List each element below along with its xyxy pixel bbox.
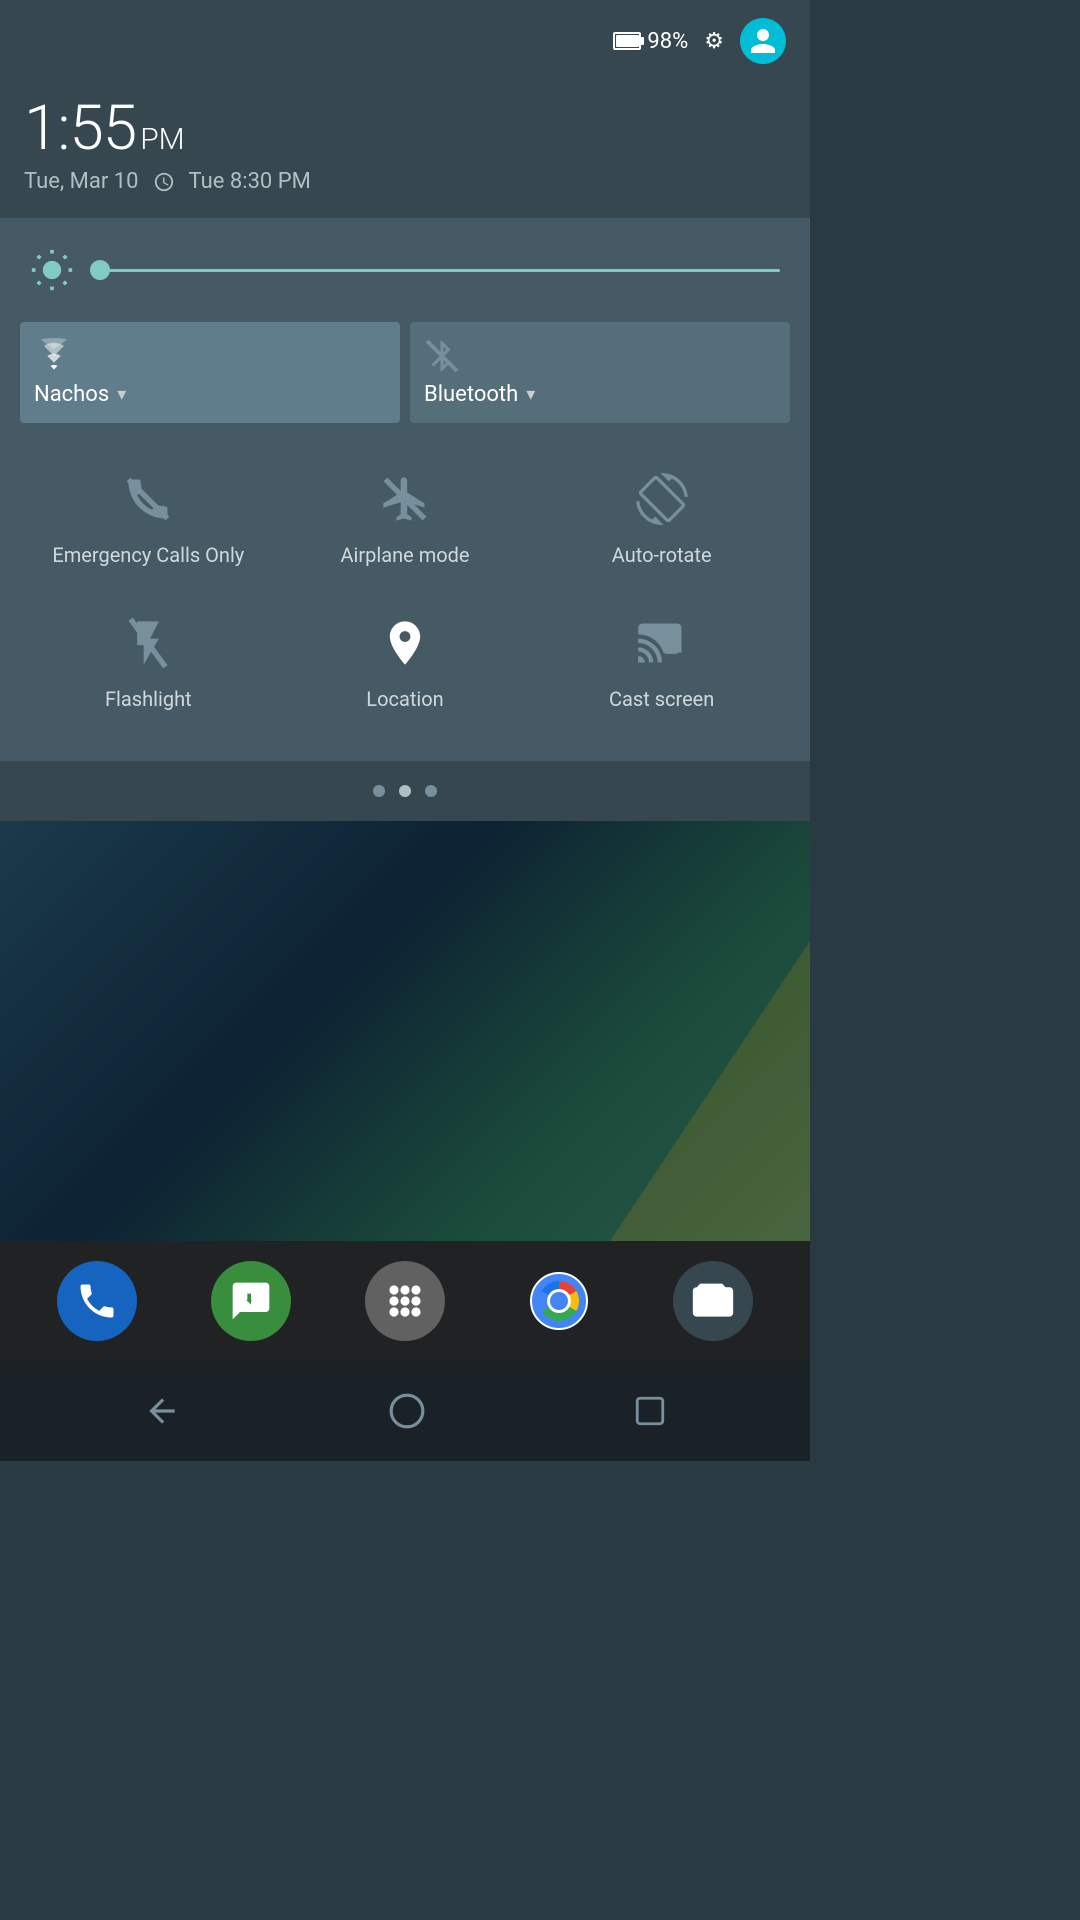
page-dot-2: [399, 785, 411, 797]
desktop-wallpaper: [0, 821, 810, 1241]
wifi-bluetooth-row: Nachos ▾ Bluetooth ▾: [20, 322, 790, 423]
location-icon: [375, 613, 435, 673]
quick-toggle-grid: Emergency Calls Only Airplane mode Auto-…: [20, 443, 790, 731]
time-display: 1:55PM: [24, 92, 786, 165]
page-dot-3: [425, 785, 437, 797]
location-toggle[interactable]: Location: [277, 587, 534, 731]
wifi-label-row: Nachos ▾: [34, 382, 126, 407]
page-indicator: [0, 761, 810, 821]
page-dot-1: [373, 785, 385, 797]
bluetooth-label-row: Bluetooth ▾: [424, 382, 535, 407]
auto-rotate-label: Auto-rotate: [612, 543, 712, 567]
brightness-icon: [30, 248, 74, 292]
wifi-icon: [34, 338, 74, 374]
dock-phone-icon[interactable]: [57, 1261, 137, 1341]
back-button[interactable]: [143, 1392, 181, 1430]
flashlight-toggle[interactable]: Flashlight: [20, 587, 277, 731]
auto-rotate-icon: [632, 469, 692, 529]
wifi-toggle[interactable]: Nachos ▾: [20, 322, 400, 423]
dock-app-launcher-icon[interactable]: [365, 1261, 445, 1341]
airplane-mode-label: Airplane mode: [340, 543, 469, 567]
alarm-time: Tue 8:30 PM: [189, 169, 311, 194]
bluetooth-dropdown-arrow[interactable]: ▾: [526, 384, 535, 405]
clock-ampm: PM: [140, 122, 184, 157]
emergency-calls-toggle[interactable]: Emergency Calls Only: [20, 443, 277, 587]
recents-button[interactable]: [633, 1394, 667, 1428]
battery-icon: [613, 32, 641, 50]
status-bar: 98% ⚙: [0, 0, 810, 82]
emergency-calls-label: Emergency Calls Only: [52, 543, 244, 567]
gear-icon: ⚙: [704, 29, 724, 54]
brightness-slider[interactable]: [90, 269, 780, 272]
quick-settings-panel: Nachos ▾ Bluetooth ▾: [0, 218, 810, 761]
navigation-bar: [0, 1361, 810, 1461]
flashlight-label: Flashlight: [105, 687, 192, 711]
dock-hangouts-icon[interactable]: [211, 1261, 291, 1341]
bluetooth-icon: [424, 338, 460, 374]
airplane-mode-icon: [375, 469, 435, 529]
app-dock: [0, 1241, 810, 1361]
dock-chrome-icon[interactable]: [519, 1261, 599, 1341]
cast-screen-toggle[interactable]: Cast screen: [533, 587, 790, 731]
clock-time: 1:55: [24, 92, 136, 165]
brightness-row[interactable]: [20, 248, 790, 292]
alarm-icon: [153, 171, 175, 193]
wifi-network-name: Nachos: [34, 382, 109, 407]
bluetooth-label: Bluetooth: [424, 382, 518, 407]
emergency-calls-icon: [118, 469, 178, 529]
cast-screen-label: Cast screen: [609, 687, 714, 711]
battery-percent: 98%: [647, 29, 688, 54]
airplane-mode-toggle[interactable]: Airplane mode: [277, 443, 534, 587]
date-alarm-row: Tue, Mar 10 Tue 8:30 PM: [24, 169, 786, 194]
avatar[interactable]: [740, 18, 786, 64]
cast-screen-icon: [632, 613, 692, 673]
flashlight-icon: [118, 613, 178, 673]
settings-button[interactable]: ⚙: [704, 29, 724, 54]
date-label: Tue, Mar 10: [24, 169, 139, 194]
bluetooth-toggle[interactable]: Bluetooth ▾: [410, 322, 790, 423]
auto-rotate-toggle[interactable]: Auto-rotate: [533, 443, 790, 587]
wifi-dropdown-arrow[interactable]: ▾: [117, 384, 126, 405]
dock-camera-icon[interactable]: [673, 1261, 753, 1341]
time-area: 1:55PM Tue, Mar 10 Tue 8:30 PM: [0, 82, 810, 218]
battery-indicator: 98%: [613, 29, 688, 54]
home-button[interactable]: [388, 1392, 426, 1430]
location-label: Location: [366, 687, 443, 711]
